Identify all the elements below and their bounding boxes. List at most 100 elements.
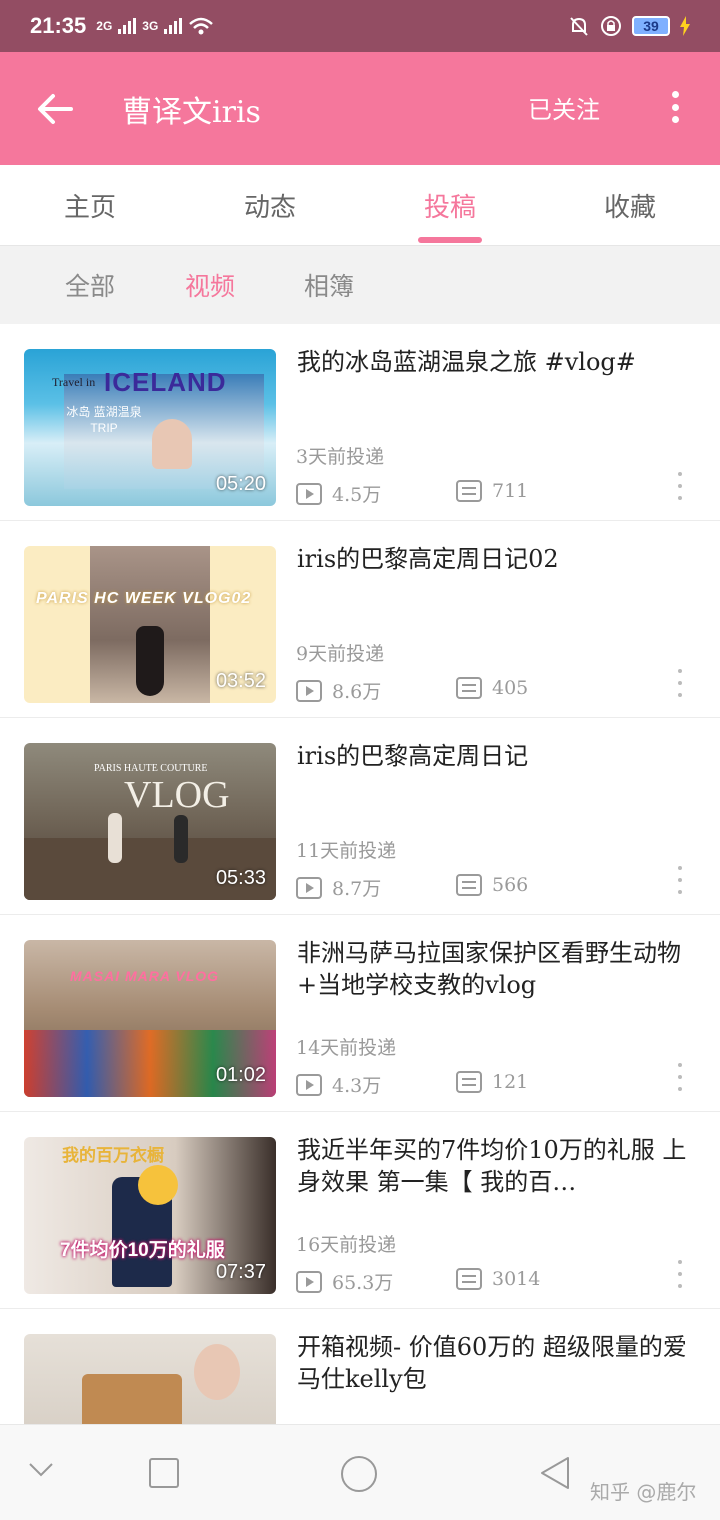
video-thumbnail[interactable]: PARIS HC WEEK VLOG02 03:52 <box>24 546 276 703</box>
wifi-icon <box>189 17 214 35</box>
comment-count-value: 121 <box>492 1071 529 1093</box>
status-bar: 21:35 2G 3G 39 <box>0 0 720 52</box>
video-title[interactable]: 我的冰岛蓝湖温泉之旅 #vlog# <box>297 346 697 378</box>
thumbnail-figure <box>194 1344 240 1400</box>
video-item[interactable]: PARIS HAUTE COUTURE VLOG 05:33 iris的巴黎高定… <box>0 718 720 915</box>
video-title[interactable]: 开箱视频- 价值60万的 超级限量的爱马仕kelly包 <box>297 1331 697 1395</box>
view-count-value: 8.6万 <box>332 681 382 703</box>
video-date: 16天前投递 <box>296 1234 397 1256</box>
watermark: 知乎 @鹿尔 <box>590 1480 697 1504</box>
view-count: 8.7万 <box>296 874 381 901</box>
filter-video[interactable]: 视频 <box>185 246 235 324</box>
video-item[interactable]: Travel in ICELAND 冰岛 蓝湖温泉 TRIP 05:20 我的冰… <box>0 324 720 521</box>
back-triangle-icon[interactable] <box>538 1455 572 1491</box>
comment-count: 566 <box>456 874 528 896</box>
thumbnail-figure <box>136 626 164 696</box>
video-date: 3天前投递 <box>296 446 385 468</box>
thumbnail-figure <box>108 813 122 863</box>
system-nav-bar <box>0 1424 720 1520</box>
thumb-caption: ICELAND <box>104 367 227 397</box>
comment-count-value: 405 <box>492 677 529 699</box>
item-more-button[interactable] <box>674 1260 686 1288</box>
video-date: 9天前投递 <box>296 643 385 665</box>
signal-3g: 3G <box>142 19 159 33</box>
thumbnail-figure <box>174 815 188 863</box>
follow-button[interactable]: 已关注 <box>528 90 600 125</box>
thumbnail-bag <box>82 1374 182 1424</box>
video-thumbnail[interactable]: Travel in ICELAND 冰岛 蓝湖温泉 TRIP 05:20 <box>24 349 276 506</box>
comment-count: 3014 <box>456 1268 540 1290</box>
status-right: 39 <box>568 15 690 37</box>
view-count-value: 8.7万 <box>332 878 382 900</box>
video-item[interactable]: MASAI MARA VLOG 01:02 非洲马萨马拉国家保护区看野生动物+当… <box>0 915 720 1112</box>
video-thumbnail[interactable]: 我的百万衣橱 7件均价10万的礼服 07:37 <box>24 1137 276 1294</box>
video-title[interactable]: iris的巴黎高定周日记02 <box>297 543 697 575</box>
comment-icon <box>456 480 482 502</box>
video-thumbnail[interactable]: PARIS HAUTE COUTURE VLOG 05:33 <box>24 743 276 900</box>
view-count: 8.6万 <box>296 677 381 704</box>
view-count: 65.3万 <box>296 1268 393 1295</box>
video-duration: 01:02 <box>215 1064 266 1086</box>
charging-icon <box>680 16 690 36</box>
chevron-down-icon[interactable] <box>28 1461 54 1479</box>
video-list: Travel in ICELAND 冰岛 蓝湖温泉 TRIP 05:20 我的冰… <box>0 324 720 1424</box>
thumb-caption-small: Travel in <box>52 375 96 389</box>
thumb-caption-small: 我的百万衣橱 <box>62 1146 164 1165</box>
back-button[interactable] <box>0 52 110 165</box>
profile-tabs: 主页 动态 投稿 收藏 <box>0 165 720 246</box>
video-title[interactable]: 非洲马萨马拉国家保护区看野生动物+当地学校支教的vlog <box>297 937 697 1001</box>
video-date: 11天前投递 <box>296 840 397 862</box>
comment-count-value: 711 <box>492 480 529 502</box>
more-menu-button[interactable] <box>660 82 690 132</box>
active-tab-indicator <box>418 237 482 243</box>
tab-activity[interactable]: 动态 <box>180 165 360 246</box>
thumb-caption: VLOG <box>124 774 230 816</box>
comment-icon <box>456 874 482 896</box>
view-count-value: 65.3万 <box>332 1272 394 1294</box>
tab-favorites[interactable]: 收藏 <box>540 165 720 246</box>
comment-count-value: 3014 <box>492 1268 541 1290</box>
app-header: 曹译文iris 已关注 <box>0 52 720 165</box>
comment-count: 711 <box>456 480 528 502</box>
item-more-button[interactable] <box>674 472 686 500</box>
filter-album[interactable]: 相簿 <box>304 246 354 324</box>
thumbnail-figure <box>152 419 192 469</box>
play-count-icon <box>296 1270 322 1293</box>
signal-icons: 2G 3G <box>96 16 214 36</box>
arrow-left-icon <box>38 93 73 124</box>
home-icon[interactable] <box>340 1455 378 1493</box>
view-count-value: 4.5万 <box>332 484 382 506</box>
item-more-button[interactable] <box>674 669 686 697</box>
video-item[interactable]: PARIS HC WEEK VLOG02 03:52 iris的巴黎高定周日记0… <box>0 521 720 718</box>
tab-submissions[interactable]: 投稿 <box>360 165 540 246</box>
comment-count: 121 <box>456 1071 528 1093</box>
view-count: 4.3万 <box>296 1071 381 1098</box>
video-thumbnail[interactable]: MASAI MARA VLOG 01:02 <box>24 940 276 1097</box>
signal-bars-icon <box>164 18 183 34</box>
video-item[interactable]: 我的百万衣橱 7件均价10万的礼服 07:37 我近半年买的7件均价10万的礼服… <box>0 1112 720 1309</box>
page-title: 曹译文iris <box>122 94 261 130</box>
item-more-button[interactable] <box>674 866 686 894</box>
status-time: 21:35 <box>30 13 87 38</box>
video-duration: 05:33 <box>215 867 266 889</box>
filter-tabs: 全部 视频 相簿 <box>0 246 720 324</box>
video-duration: 07:37 <box>215 1261 266 1283</box>
thumb-caption: 7件均价10万的礼服 <box>60 1240 225 1261</box>
video-title[interactable]: iris的巴黎高定周日记 <box>297 740 697 772</box>
video-title[interactable]: 我近半年买的7件均价10万的礼服 上身效果 第一集【 我的百… <box>297 1134 697 1198</box>
filter-all[interactable]: 全部 <box>65 246 115 324</box>
comment-icon <box>456 1268 482 1290</box>
comment-icon <box>456 1071 482 1093</box>
tab-home[interactable]: 主页 <box>0 165 180 246</box>
thumb-caption-small: 冰岛 蓝湖温泉 TRIP <box>66 405 142 435</box>
battery-indicator: 39 <box>632 16 670 36</box>
item-more-button[interactable] <box>674 1063 686 1091</box>
view-count: 4.5万 <box>296 480 381 507</box>
video-duration: 05:20 <box>215 473 266 495</box>
play-count-icon <box>296 679 322 702</box>
signal-bars-icon <box>118 18 137 34</box>
comment-icon <box>456 677 482 699</box>
video-thumbnail[interactable] <box>24 1334 276 1424</box>
video-item[interactable]: 开箱视频- 价值60万的 超级限量的爱马仕kelly包 <box>0 1309 720 1424</box>
recent-apps-icon[interactable] <box>148 1457 180 1489</box>
